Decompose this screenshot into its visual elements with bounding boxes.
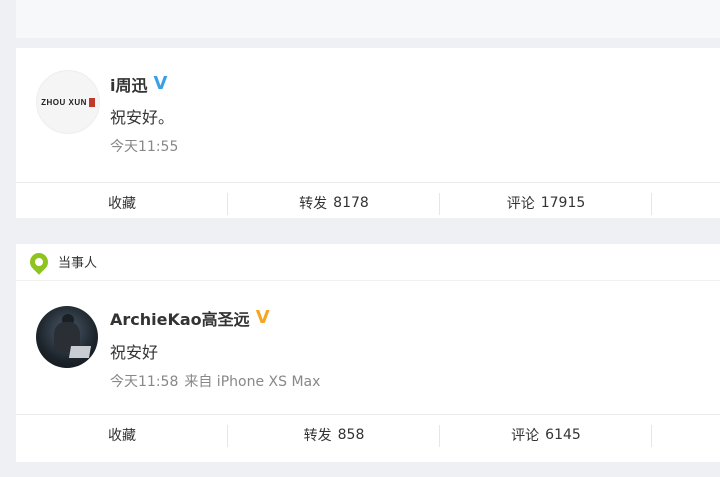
- favorite-button[interactable]: 收藏: [16, 183, 228, 223]
- repost-label: 转发: [303, 428, 332, 444]
- post-source[interactable]: 来自 iPhone XS Max: [184, 374, 320, 390]
- avatar-laptop: [68, 346, 92, 358]
- action-bar: 收藏 转发 858 评论 6145: [16, 414, 720, 455]
- verified-badge-icon: V: [255, 307, 270, 328]
- action-bar: 收藏 转发 8178 评论 17915: [16, 182, 720, 223]
- favorite-button[interactable]: 收藏: [16, 415, 228, 455]
- author-row: ArchieKao高圣远 V: [110, 306, 270, 330]
- post-meta: 今天11:58 来自 iPhone XS Max: [110, 371, 320, 391]
- avatar[interactable]: [36, 306, 98, 368]
- repost-count: 8178: [333, 195, 369, 211]
- divider: [16, 280, 720, 281]
- username[interactable]: i周迅: [110, 72, 148, 96]
- top-strip: [16, 0, 720, 38]
- post-card: 当事人 ArchieKao高圣远 V 祝安好 今天11:58 来自 iPhone …: [16, 244, 720, 462]
- location-pin-icon: [26, 248, 52, 275]
- repost-button[interactable]: 转发 858: [228, 415, 440, 455]
- post-card: ZHOU XUN i周迅 V 祝安好。 今天11:55 收藏 转发 8178 评…: [16, 48, 720, 218]
- repost-label: 转发: [299, 196, 328, 212]
- comment-count: 6145: [545, 427, 581, 443]
- seal-icon: [88, 97, 95, 107]
- comment-button[interactable]: 评论 6145: [440, 415, 652, 455]
- comment-label: 评论: [506, 196, 535, 212]
- repost-count: 858: [337, 427, 365, 443]
- favorite-label: 收藏: [108, 196, 136, 212]
- post-meta: 今天11:55: [110, 136, 178, 156]
- post-tag: 当事人: [26, 248, 98, 275]
- repost-button[interactable]: 转发 8178: [228, 183, 440, 223]
- comment-button[interactable]: 评论 17915: [440, 183, 652, 223]
- tag-label: 当事人: [58, 256, 98, 271]
- like-button[interactable]: [652, 183, 720, 223]
- like-button[interactable]: [652, 415, 720, 455]
- verified-badge-icon: V: [153, 73, 168, 94]
- post-content: 祝安好: [110, 343, 159, 362]
- username[interactable]: ArchieKao高圣远: [110, 306, 250, 330]
- comment-label: 评论: [511, 428, 540, 444]
- post-time[interactable]: 今天11:55: [110, 139, 178, 155]
- favorite-label: 收藏: [108, 428, 136, 444]
- avatar[interactable]: ZHOU XUN: [36, 70, 100, 134]
- post-time[interactable]: 今天11:58: [110, 374, 178, 390]
- author-row: i周迅 V: [110, 72, 167, 96]
- post-content: 祝安好。: [110, 108, 175, 127]
- avatar-logo-text: ZHOU XUN: [41, 97, 87, 107]
- comment-count: 17915: [540, 195, 586, 211]
